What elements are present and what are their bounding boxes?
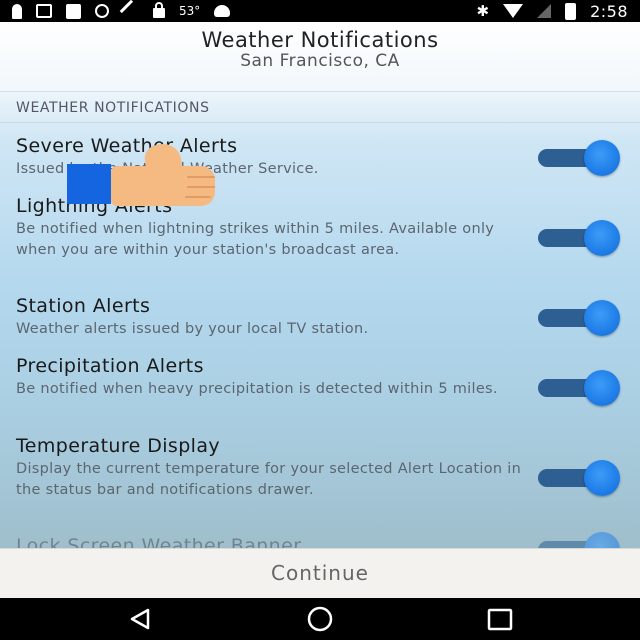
- toggle-lightning[interactable]: [536, 220, 624, 256]
- toggle-thumb: [584, 140, 620, 176]
- toggle-thumb: [584, 220, 620, 256]
- setting-precipitation[interactable]: Precipitation Alerts Be notified when he…: [16, 354, 616, 400]
- back-icon: [130, 608, 150, 630]
- setting-title: Precipitation Alerts: [16, 355, 204, 377]
- toggle-temperature-display[interactable]: [536, 460, 624, 496]
- setting-description: Be notified when heavy precipitation is …: [16, 381, 498, 397]
- toggle-precipitation[interactable]: [536, 370, 624, 406]
- signal-icon: [537, 4, 552, 18]
- location-subtitle: San Francisco, CA: [240, 51, 400, 71]
- thumbs-up-crease: [187, 176, 215, 178]
- back-button[interactable]: [110, 598, 170, 640]
- toggle-thumb: [584, 460, 620, 496]
- toggle-thumb: [584, 300, 620, 336]
- battery-icon: [565, 2, 577, 20]
- setting-description: Be notified when lightning strikes withi…: [16, 221, 495, 258]
- recents-button[interactable]: [470, 598, 530, 640]
- continue-button[interactable]: Continue: [0, 548, 640, 598]
- status-bar-left: 53°: [12, 0, 231, 23]
- status-temperature: 53°: [179, 4, 201, 18]
- continue-label: Continue: [271, 561, 369, 585]
- lock-icon: [153, 2, 165, 18]
- facebook-icon: [66, 3, 81, 19]
- thumbs-up-cuff: [67, 164, 111, 204]
- toggle-severe-weather[interactable]: [536, 140, 624, 176]
- setting-description: Weather alerts issued by your local TV s…: [16, 321, 369, 337]
- home-button[interactable]: [290, 598, 350, 640]
- section-divider: [0, 122, 640, 123]
- status-bar: 53° ✱ 2:58: [0, 0, 640, 23]
- thumbs-up-crease: [185, 196, 211, 198]
- setting-lock-screen-banner[interactable]: Lock Screen Weather Banner: [16, 534, 616, 548]
- home-icon: [307, 606, 333, 632]
- wifi-icon: [503, 4, 524, 18]
- thumbs-up-icon: [67, 141, 223, 208]
- status-time: 2:58: [590, 1, 628, 21]
- message-icon: [36, 4, 52, 18]
- thumbs-up-crease: [187, 186, 215, 188]
- header: Weather Notifications San Francisco, CA: [0, 22, 640, 92]
- thumbs-up-thumb: [142, 141, 184, 179]
- setting-temperature-display[interactable]: Temperature Display Display the current …: [16, 434, 616, 501]
- section-header: WEATHER NOTIFICATIONS: [16, 100, 210, 116]
- person-icon: [12, 3, 22, 19]
- navigation-bar: [0, 598, 640, 640]
- recents-icon: [487, 608, 513, 631]
- bluetooth-icon: ✱: [476, 2, 490, 20]
- setting-title: Station Alerts: [16, 295, 151, 317]
- setting-station[interactable]: Station Alerts Weather alerts issued by …: [16, 294, 616, 340]
- setting-title: Lock Screen Weather Banner: [16, 535, 302, 548]
- setting-title: Temperature Display: [16, 435, 221, 457]
- setting-description: Display the current temperature for your…: [16, 461, 522, 498]
- status-bar-right: ✱ 2:58: [476, 1, 628, 21]
- page-title: Weather Notifications: [201, 28, 439, 52]
- android-icon: [214, 5, 231, 17]
- app-screen: Weather Notifications San Francisco, CA …: [0, 22, 640, 598]
- toggle-lock-screen-banner[interactable]: [536, 532, 624, 548]
- info-icon: [95, 4, 109, 18]
- toggle-thumb: [584, 370, 620, 406]
- wrench-icon: [119, 0, 143, 23]
- toggle-station[interactable]: [536, 300, 624, 336]
- toggle-thumb: [584, 532, 620, 548]
